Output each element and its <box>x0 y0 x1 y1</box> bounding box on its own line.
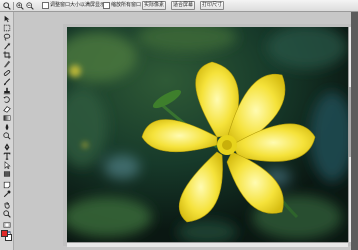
tool-move[interactable] <box>2 14 12 23</box>
tool-slice[interactable] <box>2 59 12 68</box>
quick-mask-icon <box>3 221 11 228</box>
move-icon <box>4 15 10 22</box>
foreground-color-swatch[interactable] <box>1 230 8 237</box>
brush-icon <box>3 77 11 85</box>
marquee-icon <box>3 24 11 31</box>
tool-brush[interactable] <box>2 77 12 86</box>
tool-zoom[interactable] <box>2 209 12 218</box>
crop-icon <box>3 50 11 59</box>
tool-hand[interactable] <box>2 200 12 209</box>
zoom-in-icon[interactable] <box>16 2 24 10</box>
tool-type[interactable] <box>2 151 12 160</box>
tool-notes[interactable] <box>2 180 12 189</box>
yellow-flower-photo <box>67 27 349 242</box>
tool-healing-brush[interactable] <box>2 68 12 77</box>
type-icon <box>3 152 11 160</box>
eraser-icon <box>3 105 11 113</box>
actual-pixels-button[interactable]: 实际像素 <box>142 1 166 10</box>
zoom-all-windows-checkbox[interactable] <box>103 2 110 9</box>
tool-history-brush[interactable] <box>2 95 12 104</box>
toolbar-divider <box>13 2 14 10</box>
blur-icon <box>5 123 9 130</box>
notes-icon <box>3 181 11 188</box>
history-brush-icon <box>3 95 10 103</box>
pen-icon <box>4 142 10 151</box>
resize-window-label: 调整窗口大小以满屏显示 <box>50 2 106 8</box>
tool-lasso[interactable] <box>2 32 12 41</box>
tool-clone-stamp[interactable] <box>2 86 12 95</box>
horizontal-scrollbar[interactable] <box>67 242 348 247</box>
slice-icon <box>3 60 11 67</box>
options-bar: 调整窗口大小以满屏显示 缩放所有窗口 实际像素 适合屏幕 打印尺寸 <box>0 0 358 12</box>
zoom-tool-icon[interactable] <box>3 2 11 10</box>
tool-dodge[interactable] <box>2 131 12 140</box>
tool-pen[interactable] <box>2 142 12 151</box>
tool-eyedropper[interactable] <box>2 189 12 198</box>
tool-quick-mask[interactable] <box>2 220 12 229</box>
hand-icon <box>4 201 10 209</box>
magic-wand-icon <box>4 41 11 50</box>
tool-path-select[interactable] <box>2 160 12 169</box>
gradient-icon <box>3 114 11 121</box>
tool-gradient[interactable] <box>2 113 12 122</box>
tool-magic-wand[interactable] <box>2 41 12 50</box>
image-canvas[interactable] <box>67 27 349 242</box>
zoom-icon <box>3 209 11 218</box>
zoom-all-windows-label: 缩放所有窗口 <box>111 2 142 8</box>
resize-window-checkbox[interactable] <box>42 2 49 9</box>
clone-stamp-icon <box>3 87 11 94</box>
panel-dock-strip <box>351 12 358 250</box>
fit-screen-button[interactable]: 适合屏幕 <box>171 1 195 10</box>
tools-panel <box>0 12 14 250</box>
lasso-icon <box>3 33 11 41</box>
tool-blur[interactable] <box>2 122 12 131</box>
print-size-button[interactable]: 打印尺寸 <box>200 1 224 10</box>
path-select-icon <box>4 160 11 169</box>
dodge-icon <box>3 131 11 140</box>
zoom-out-icon[interactable] <box>26 2 34 10</box>
tool-crop[interactable] <box>2 50 12 59</box>
tool-shape[interactable] <box>2 169 12 178</box>
tool-marquee[interactable] <box>2 23 12 32</box>
tool-eraser[interactable] <box>2 104 12 113</box>
healing-brush-icon <box>3 69 11 76</box>
eyedropper-icon <box>3 190 11 197</box>
shape-icon <box>3 170 11 177</box>
